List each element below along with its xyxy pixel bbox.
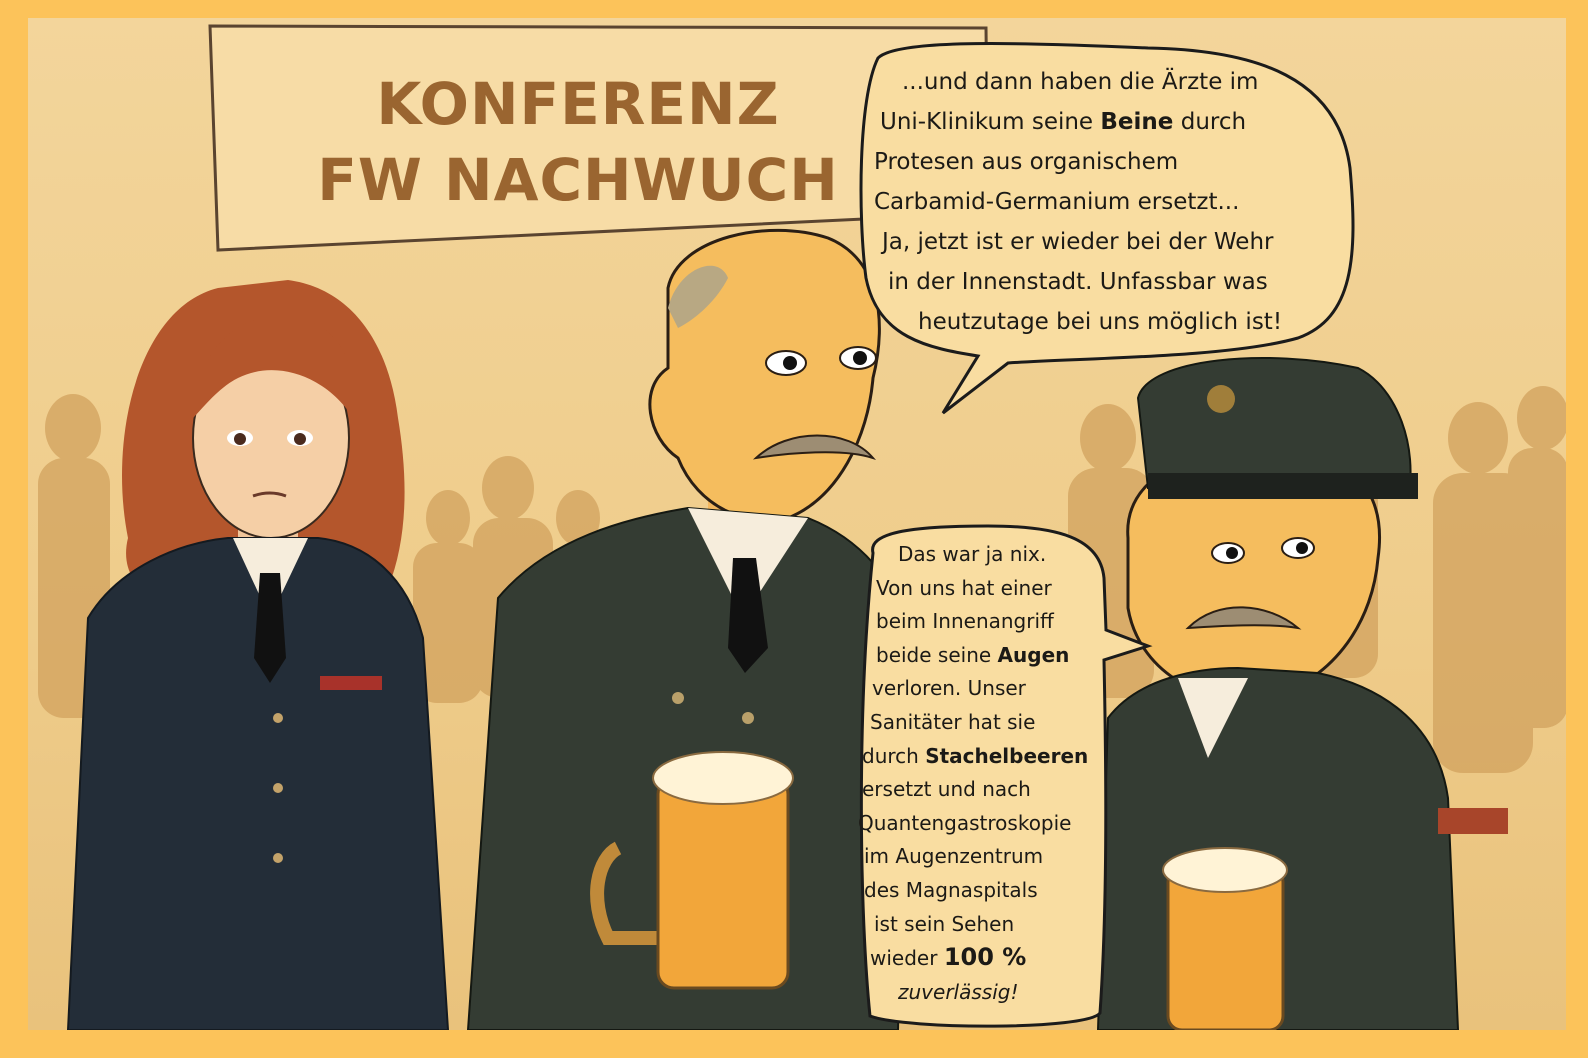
speech-bottom-line-10: im Augenzentrum (864, 844, 1044, 869)
speech-top-line-2-post: durch (1173, 109, 1247, 135)
speech-top-keyword-beine: Beine (1100, 109, 1174, 135)
speech-bottom-line-9: Quantengastroskopie (858, 810, 1072, 835)
speech-bottom-line-14: zuverlässig! (898, 979, 1019, 1004)
speech-bottom-line-6: Sanitäter hat sie (870, 709, 1036, 734)
speech-top-line-2-pre: Uni-Klinikum seine (880, 109, 1101, 135)
speech-bottom-keyword-stachelbeeren: Stachelbeeren (925, 743, 1089, 768)
speech-bottom-line-13-pre: wieder (870, 946, 944, 971)
speech-bottom-line-1: Das war ja nix. (898, 542, 1047, 566)
speech-bottom-line-2: Von uns hat einer (876, 575, 1052, 600)
speech-bottom-line-4-pre: beide seine (876, 642, 998, 667)
speech-bottom-line-7: durch Stachelbeeren (858, 740, 1094, 774)
speech-top-line-7: heutzutage bei uns möglich ist! (918, 309, 1283, 335)
speech-top-line-5: Ja, jetzt ist er wieder bei der Wehr (882, 229, 1274, 255)
speech-bottom-line-5: verloren. Unser (872, 676, 1026, 701)
speech-bottom-line-7-pre: durch (862, 743, 926, 768)
speech-text-bottom: Das war ja nix. Von uns hat einer beim I… (858, 538, 1094, 1009)
speech-bottom-keyword-augen: Augen (997, 642, 1070, 667)
comic-frame: KONFERENZ FW NACHWUCH ...und dann haben … (0, 0, 1588, 1058)
woman-figure (66, 280, 450, 1030)
speech-top-line-2: Uni-Klinikum seine Beine durch (868, 102, 1338, 142)
speech-bottom-line-11: des Magnaspitals (864, 877, 1038, 902)
speech-top-line-4: Carbamid-Germanium ersetzt... (874, 189, 1240, 215)
speech-top-line-1: ...und dann haben die Ärzte im (902, 69, 1259, 95)
speech-text-top: ...und dann haben die Ärzte im Uni-Klini… (868, 62, 1338, 342)
speech-bottom-keyword-100-percent: 100 % (943, 943, 1027, 972)
banner-title: KONFERENZ FW NACHWUCH (258, 66, 898, 218)
speech-bottom-line-13: wieder 100 % (858, 941, 1094, 976)
speech-top-line-3: Protesen aus organischem (874, 149, 1179, 175)
bald-man-figure (466, 228, 910, 1030)
banner-line-2: FW NACHWUCH (317, 146, 839, 214)
beer-mug-center (656, 776, 790, 990)
comic-panel: KONFERENZ FW NACHWUCH ...und dann haben … (28, 18, 1566, 1030)
speech-top-line-6: in der Innenstadt. Unfassbar was (888, 269, 1268, 295)
speech-bottom-line-8: ersetzt und nach (862, 777, 1031, 802)
speech-bottom-line-4: beide seine Augen (858, 639, 1094, 673)
speech-bottom-line-12: ist sein Sehen (874, 911, 1015, 936)
banner-line-1: KONFERENZ (376, 70, 780, 138)
speech-bottom-line-3: beim Innenangriff (876, 609, 1054, 634)
